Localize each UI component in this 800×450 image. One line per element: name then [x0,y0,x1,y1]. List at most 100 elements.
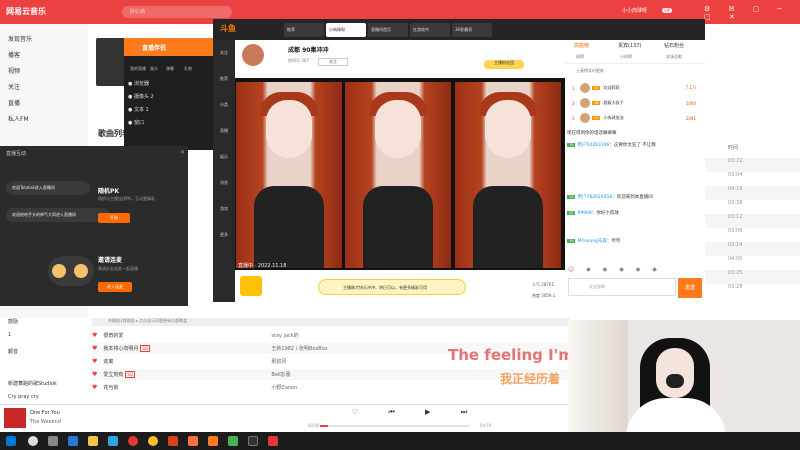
now-playing-title[interactable]: One For You [30,410,60,416]
nav-games[interactable]: 游戏 [214,206,234,212]
heart-icon[interactable]: ♥ [92,384,97,391]
nav-playlist-5[interactable]: Cry pray cry [8,394,39,400]
nav-discover[interactable]: 发现音乐 [8,34,32,43]
rank-row[interactable]: 3 12 小肉球加油 2091 [572,112,696,124]
chat-toolbar[interactable]: ☺ ◆ ◆ ◆ ◆ ◆ [568,266,662,273]
song-title: 爱立刻有 SQ [103,371,136,378]
wechat-icon[interactable] [228,436,238,446]
app-icon[interactable] [188,436,198,446]
song-artist[interactable]: stay jack的 [271,332,361,339]
nav-category[interactable]: 分类 [214,102,234,108]
taskview-icon[interactable] [48,436,58,446]
nav-messages[interactable]: 消息 [214,180,234,186]
nav-live[interactable]: 直播 [214,128,234,134]
chat-input[interactable]: 发送弹幕 [568,278,676,296]
progress-bar[interactable] [320,425,470,427]
tab-weekly[interactable]: 周榜 [576,54,584,60]
tab-high-energy[interactable]: 高能榜 [574,42,589,49]
chrome-icon[interactable] [148,436,158,446]
nav-more[interactable]: 更多 [214,232,234,238]
tab-recent[interactable]: 36秒最初 [452,23,492,37]
netease-icon[interactable] [128,436,138,446]
time-cell: 03:38 [728,200,743,206]
table-row[interactable]: ♥ 很奇的爱 stay jack的 [92,330,570,341]
heart-icon[interactable]: ♥ [92,345,97,352]
nav-playlist-3[interactable]: 颤音 [8,348,18,355]
start-icon[interactable] [6,436,16,446]
fan-badge[interactable]: 主播粉丝团 [484,60,524,69]
follow-button[interactable]: 关注 [318,58,348,66]
song-artist[interactable]: 小野Zanon [271,384,361,391]
link-title: 邀请连麦 [98,257,123,264]
douyu-icon[interactable] [208,436,218,446]
layer-camera[interactable]: ● 摄像头 2 [128,93,154,100]
store-icon[interactable] [108,436,118,446]
send-button[interactable]: 发送 [678,278,702,298]
tab-recommend[interactable]: 推荐 [284,23,324,37]
now-playing-artist[interactable]: The Weeknd [30,419,61,425]
webcam-face [656,348,694,398]
nav-follow[interactable]: 关注 [8,82,20,91]
user-name[interactable]: 小小肉球呀 [622,7,647,14]
promo-banner[interactable]: 主播刚才快乐冲冲，明日可以，有更多精彩可用 [318,279,466,295]
douyu-logo[interactable]: 斗鱼 [220,23,236,34]
layer-window[interactable]: ● 窗口 [128,119,144,126]
tab-vip[interactable]: 贵宾(137) [618,42,641,49]
nav-live[interactable]: 直播 [8,98,20,107]
close-icon[interactable]: ✕ [180,149,185,156]
app-icon[interactable] [168,436,178,446]
avatar[interactable] [242,44,264,66]
layer-browser[interactable]: ● 浏览器 [128,80,149,87]
nav-fm[interactable]: 私人FM [8,114,29,123]
nav-follow[interactable]: 关注 [214,50,234,56]
time-cell: 03:28 [728,284,743,290]
heart-icon[interactable]: ♥ [92,371,97,378]
video-watermark: 直播中 · 2022.11.18 [238,263,287,269]
song-artist[interactable]: Bell彭蕾 [271,371,361,378]
nav-playlist-4[interactable]: 新建舞蹈的歌Studiok [8,380,57,387]
tab-my-live[interactable]: 我的直播 [130,66,146,72]
nav-video[interactable]: 视频 [8,66,20,75]
tab-danmu[interactable]: 弹幕 [166,66,174,72]
app-icon[interactable] [268,436,278,446]
nav-podcast[interactable]: 播客 [8,50,20,59]
playback-controls[interactable]: ♡ ⏮ ▶ ⏭ [352,408,481,417]
time-cell: 03:12 [704,214,800,228]
search-input[interactable]: 好心动 [122,6,232,18]
nav-recommend[interactable]: 推荐 [214,76,234,82]
heart-icon[interactable]: ♥ [92,358,97,365]
explorer-icon[interactable] [88,436,98,446]
tab-diamond-fans[interactable]: 钻石粉丝 [664,42,684,49]
join-link-button[interactable]: 进入连麦 [98,282,132,292]
start-pk-button[interactable]: 开始 [98,213,130,223]
table-row[interactable]: ♥ 爱立刻有 SQ Bell彭蕾 [92,369,570,380]
tab-room-home[interactable]: 直播间首页 [368,23,408,37]
heart-icon[interactable]: ♥ [92,332,97,339]
song-artist[interactable]: 王新1982 / 张明BoxBox [271,345,361,352]
tab-audience[interactable]: 观众 [150,66,158,72]
rank-row[interactable]: 1 24 欢迎莉莉 7.1万 [572,82,696,94]
nav-entertain[interactable]: 娱乐 [214,154,234,160]
now-playing-cover[interactable] [4,408,26,428]
edge-icon[interactable] [68,436,78,446]
tab-hourly[interactable]: 小时榜 [620,54,632,60]
search-icon[interactable] [28,436,38,446]
layer-text[interactable]: ● 文本 1 [128,106,149,113]
rank-row[interactable]: 2 18 超级大叔子 5000 [572,97,696,109]
tab-in-game[interactable]: 在游戏中 [410,23,450,37]
tab-gifts[interactable]: 礼物 [184,66,192,72]
nav-playlist-2[interactable]: 1 [8,332,11,338]
time-cell: 03:25 [704,270,800,284]
streamer-name[interactable]: 成都 90集冲冲 [288,45,328,54]
trophy-icon[interactable] [240,276,262,296]
chat-message: 15 用户54283396：这要你太狂了 不让我 [567,143,656,148]
window-controls[interactable]: ⚙ ✉ ▢ ─ □ ✕ [704,5,800,21]
nav-playlist-1[interactable]: 鼓励 [8,318,18,325]
tab-stream[interactable]: 小肉球呀 [326,23,366,37]
song-artist[interactable]: 那碧风 [271,358,361,365]
app-icon[interactable] [248,436,258,446]
windows-taskbar [0,432,800,450]
table-row[interactable]: ♥ 花与剑 小野Zanon [92,382,570,393]
netease-logo[interactable]: 网易云音乐 [6,6,46,17]
tab-this-session[interactable]: 本场贡献 [666,54,682,60]
